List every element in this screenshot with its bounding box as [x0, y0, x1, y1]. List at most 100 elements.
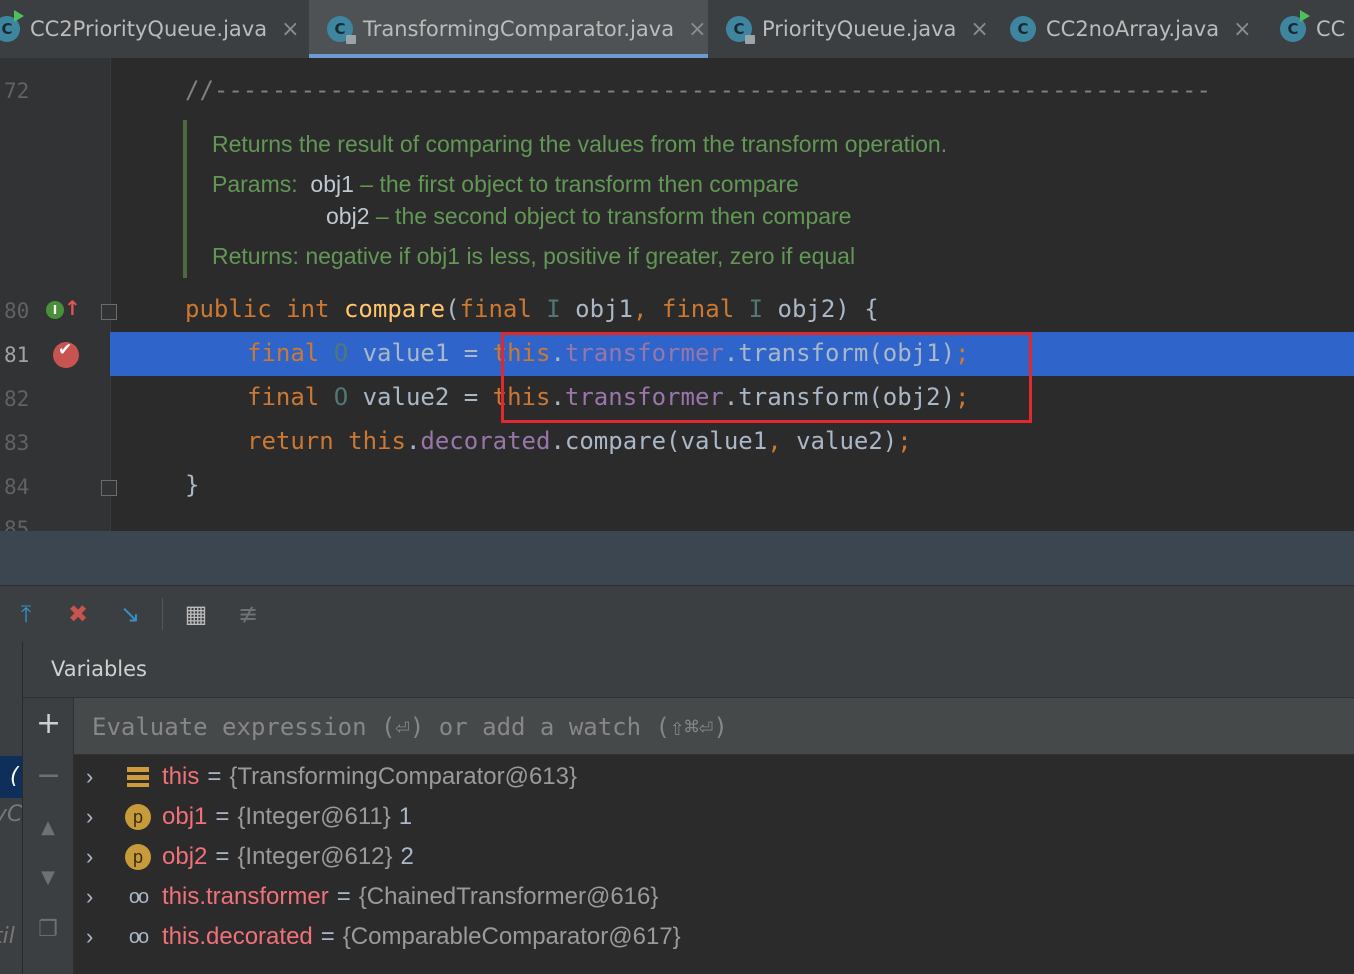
line-number: 84	[4, 475, 30, 499]
highlight-annotation-box	[501, 332, 1032, 423]
duplicate-watch-icon[interactable]: ❐	[36, 918, 60, 942]
variable-value: {ComparableComparator@617}	[342, 923, 681, 950]
doc-returns-label: Returns:	[212, 243, 299, 269]
java-class-icon: C	[726, 16, 755, 44]
java-class-icon: C	[1010, 16, 1036, 42]
doc-summary: Returns the result of comparing the valu…	[212, 131, 948, 157]
tab-label: CC	[1316, 17, 1346, 41]
close-icon[interactable]: ×	[281, 17, 299, 42]
variables-tree[interactable]: › this = {TransformingComparator@613} › …	[74, 755, 1354, 974]
editor-tab-bar: C CC2PriorityQueue.java × C Transforming…	[0, 0, 1354, 59]
variable-value: {ChainedTransformer@616}	[358, 883, 659, 910]
panel-splitter[interactable]	[0, 531, 1354, 585]
line-number: 81	[4, 343, 30, 367]
variable-row[interactable]: › oo this.decorated = {ComparableCompara…	[74, 917, 1354, 957]
add-watch-icon[interactable]: +	[36, 709, 61, 739]
evaluate-table-icon[interactable]: ▦	[178, 596, 214, 632]
tab-cc2priorityqueue[interactable]: C CC2PriorityQueue.java ×	[0, 0, 304, 58]
variables-tools: + − ▲ ▼ ❐	[23, 698, 74, 974]
tab-transformingcomparator[interactable]: C TransformingComparator.java ×	[309, 0, 708, 58]
variable-row[interactable]: › oo this.transformer = {ChainedTransfor…	[74, 877, 1354, 917]
line-number: 80	[4, 299, 30, 323]
tab-cc-truncated[interactable]: C CC	[1280, 0, 1354, 58]
tab-cc2noarray[interactable]: C CC2noArray.java ×	[1010, 0, 1260, 58]
chevron-right-icon[interactable]: ›	[86, 804, 106, 830]
variable-name: this.decorated	[162, 923, 313, 950]
separator-comment: //--------------------------------------…	[185, 76, 1211, 104]
tab-label: TransformingComparator.java	[363, 17, 675, 41]
java-class-icon: C	[0, 10, 24, 42]
chevron-right-icon[interactable]: ›	[86, 884, 106, 910]
line-number: 72	[4, 79, 30, 103]
doc-returns: Returns: negative if obj1 is less, posit…	[212, 243, 855, 270]
doc-param2-name: obj2	[326, 203, 370, 229]
fold-marker-icon[interactable]	[101, 480, 117, 496]
doc-comment-bar	[183, 120, 187, 278]
doc-param2-desc: – the second object to transform then co…	[369, 203, 852, 229]
chevron-right-icon[interactable]: ›	[86, 924, 106, 950]
run-to-cursor-icon[interactable]: ↘	[112, 596, 148, 632]
variables-title: Variables	[51, 657, 147, 681]
editor-gutter[interactable]	[0, 58, 111, 531]
doc-param1-name: obj1	[310, 171, 354, 197]
variable-value: {TransformingComparator@613}	[229, 763, 578, 790]
variable-name: obj1	[162, 803, 208, 830]
variables-header: Variables	[23, 642, 1354, 698]
drop-frame-icon[interactable]: ✖	[60, 596, 96, 632]
param-icon: p	[124, 803, 152, 831]
move-up-icon[interactable]: ▲	[36, 816, 60, 840]
frames-panel[interactable]: ( yC til	[0, 642, 23, 974]
doc-params-label: Params:	[212, 171, 298, 197]
doc-params-line-2: obj2 – the second object to transform th…	[326, 203, 851, 230]
step-out-icon[interactable]: ⤒	[8, 596, 44, 632]
line-number: 83	[4, 431, 30, 455]
java-class-icon: C	[1280, 10, 1310, 42]
doc-returns-desc: negative if obj1 is less, positive if gr…	[305, 243, 856, 269]
line-number: 85	[4, 517, 30, 531]
variable-row[interactable]: › p obj1 = {Integer@611} 1	[74, 797, 1354, 837]
code-editor[interactable]: 72 80 81 82 83 84 85 I ↑ //-------------…	[0, 58, 1354, 531]
close-icon[interactable]: ×	[1233, 17, 1251, 42]
close-icon[interactable]: ×	[970, 17, 988, 42]
chevron-right-icon[interactable]: ›	[86, 764, 106, 790]
frame-item[interactable]: yC	[0, 802, 22, 827]
go-to-super-arrow-icon[interactable]: ↑	[64, 296, 81, 320]
evaluate-expression-input[interactable]	[90, 710, 1194, 744]
line-number: 82	[4, 387, 30, 411]
watch-glasses-icon: oo	[128, 885, 149, 908]
code-line-83[interactable]: return this.decorated.compare(value1, va…	[247, 427, 912, 455]
tab-label: PriorityQueue.java	[762, 17, 957, 41]
doc-param1-desc: – the first object to transform then com…	[353, 171, 799, 197]
java-class-icon: C	[327, 16, 356, 44]
variable-primitive: 1	[398, 803, 413, 830]
chevron-right-icon[interactable]: ›	[86, 844, 106, 870]
frame-item[interactable]: til	[0, 924, 15, 949]
debugger-toolbar: ⤒ ✖ ↘ ▦ ≢	[0, 585, 1354, 643]
code-line-84[interactable]: }	[185, 471, 199, 499]
watch-bar	[74, 698, 1354, 755]
selected-frame[interactable]: (	[0, 756, 22, 798]
code-line-80[interactable]: public int compare(final I obj1, final I…	[185, 295, 879, 323]
fields-icon	[124, 763, 152, 791]
watch-glasses-icon: oo	[128, 925, 149, 948]
trace-stream-icon[interactable]: ≢	[230, 596, 266, 632]
variable-value: {Integer@612}	[237, 843, 393, 870]
tab-priorityqueue[interactable]: C PriorityQueue.java ×	[726, 0, 996, 58]
implements-marker-icon[interactable]: I	[46, 301, 64, 319]
move-down-icon[interactable]: ▼	[36, 866, 60, 890]
close-icon[interactable]: ×	[688, 17, 706, 42]
variable-row[interactable]: › p obj2 = {Integer@612} 2	[74, 837, 1354, 877]
fold-marker-icon[interactable]	[101, 304, 117, 320]
doc-params-line-1: Params: obj1 – the first object to trans…	[212, 171, 799, 198]
tab-label: CC2noArray.java	[1046, 17, 1220, 41]
variable-value: {Integer@611}	[237, 803, 391, 830]
breakpoint-icon[interactable]	[53, 340, 79, 368]
remove-watch-icon[interactable]: −	[36, 761, 61, 791]
variable-name: this.transformer	[162, 883, 329, 910]
variable-name: this	[162, 763, 200, 790]
variable-primitive: 2	[400, 843, 414, 870]
toolbar-divider	[162, 598, 163, 630]
tab-label: CC2PriorityQueue.java	[30, 17, 268, 41]
param-icon: p	[124, 843, 152, 871]
variable-row[interactable]: › this = {TransformingComparator@613}	[74, 757, 1354, 797]
